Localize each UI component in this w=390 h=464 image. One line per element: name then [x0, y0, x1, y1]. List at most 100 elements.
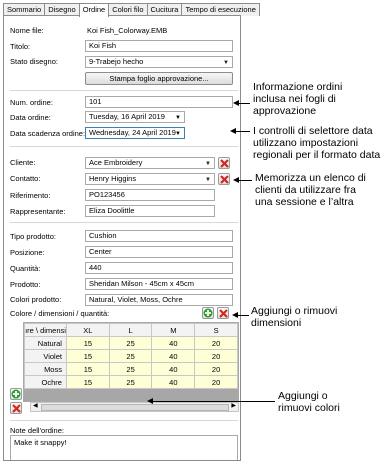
annotation-date-picker: I controlli di selettore data utilizzano… [253, 125, 381, 161]
titolo-label: Titolo: [10, 42, 31, 51]
riferimento-field[interactable]: PO123456 [85, 189, 215, 201]
divider [10, 420, 238, 421]
num-ordine-label: Num. ordine: [10, 98, 53, 107]
add-icon [203, 308, 213, 318]
grid-cell[interactable]: 20 [194, 336, 238, 350]
remove-color-button[interactable] [10, 402, 22, 414]
grid-cell[interactable]: 40 [151, 349, 196, 363]
cliente-label: Cliente: [10, 158, 36, 167]
chevron-down-icon: ▼ [175, 115, 181, 121]
rappresentante-field[interactable]: Eliza Doolittle [85, 205, 215, 217]
data-scadenza-value: Wednesday, 24 April 2019 [89, 128, 176, 137]
num-ordine-field[interactable]: 101 [85, 96, 233, 108]
annotation-client-list: Memorizza un elenco di clienti da utiliz… [255, 172, 366, 208]
grid-cell[interactable]: 15 [65, 375, 110, 389]
divider [10, 90, 238, 91]
grid-corner-header: ıre \ dimensi [24, 323, 67, 337]
grid-horizontal-scrollbar[interactable]: ◀ ▶ [30, 402, 239, 412]
contatto-value: Henry Higgins [89, 174, 137, 183]
nome-file-label: Nome file: [10, 26, 44, 35]
remove-contatto-button[interactable] [218, 173, 230, 185]
scroll-right-icon[interactable]: ▶ [231, 402, 236, 409]
add-icon [11, 389, 21, 399]
stato-disegno-select[interactable]: 9-Trabejo hecho ▼ [85, 56, 233, 68]
chevron-down-icon: ▼ [223, 60, 229, 66]
cliente-value: Ace Embroidery [89, 158, 143, 167]
close-icon [220, 159, 229, 168]
close-icon [219, 309, 228, 318]
grid-cell[interactable]: 40 [151, 362, 196, 376]
color-size-grid: ıre \ dimensi XL L M S Natural 15 25 40 … [23, 322, 239, 402]
grid-cell[interactable]: 15 [65, 336, 110, 350]
scroll-left-icon[interactable]: ◀ [33, 402, 38, 409]
grid-cell[interactable]: 25 [108, 362, 153, 376]
nome-file-value: Koi Fish_Colorway.EMB [87, 26, 168, 35]
annotation-pointer [150, 401, 275, 402]
grid-row-header[interactable]: Ochre [24, 375, 67, 389]
note-textarea[interactable]: Make it snappy! [10, 435, 238, 460]
grid-cell[interactable]: 15 [65, 349, 110, 363]
arrowhead-icon [233, 100, 239, 106]
tab-ordine[interactable]: Ordine [78, 3, 110, 17]
colori-prodotto-label: Colori prodotto: [10, 295, 62, 304]
grid-empty-cell [24, 388, 67, 401]
grid-row-header[interactable]: Natural [24, 336, 67, 350]
tipo-prodotto-field[interactable]: Cushion [85, 230, 233, 242]
annotation-colors: Aggiungi o rimuovi colori [278, 390, 340, 414]
remove-dimension-button[interactable] [217, 307, 229, 319]
stampa-foglio-button[interactable]: Stampa foglio approvazione... [85, 72, 233, 85]
grid-column-header[interactable]: S [194, 323, 238, 337]
cliente-select[interactable]: Ace Embroidery ▼ [85, 157, 215, 169]
posizione-label: Posizione: [10, 248, 45, 257]
titolo-field[interactable]: Koi Fish [85, 40, 233, 52]
grid-empty-cell [65, 388, 110, 401]
add-dimension-button[interactable] [202, 307, 214, 319]
stato-disegno-label: Stato disegno: [10, 57, 58, 66]
grid-column-header[interactable]: XL [65, 323, 110, 337]
prodotto-field[interactable]: Sheridan Milson - 45cm x 45cm [85, 278, 233, 290]
grid-cell[interactable]: 25 [108, 375, 153, 389]
posizione-field[interactable]: Center [85, 246, 233, 258]
grid-row-header[interactable]: Violet [24, 349, 67, 363]
arrowhead-icon [230, 128, 236, 134]
contatto-label: Contatto: [10, 174, 41, 183]
grid-cell[interactable]: 40 [151, 375, 196, 389]
data-scadenza-picker[interactable]: Wednesday, 24 April 2019 ▼ [85, 127, 185, 139]
grid-cell[interactable]: 20 [194, 349, 238, 363]
scrollbar-thumb[interactable] [41, 404, 229, 411]
grid-empty-cell [151, 388, 196, 401]
contatto-select[interactable]: Henry Higgins ▼ [85, 173, 215, 185]
chevron-down-icon: ▼ [175, 131, 181, 137]
riferimento-label: Riferimento: [10, 191, 51, 200]
close-icon [220, 175, 229, 184]
rappresentante-label: Rappresentante: [10, 207, 66, 216]
grid-cell[interactable]: 25 [108, 336, 153, 350]
grid-cell[interactable]: 40 [151, 336, 196, 350]
grid-cell[interactable]: 20 [194, 362, 238, 376]
data-ordine-label: Data ordine: [10, 113, 51, 122]
grid-empty-cell [108, 388, 153, 401]
quantita-field[interactable]: 440 [85, 262, 233, 274]
divider [10, 222, 238, 223]
quantita-label: Quantità: [10, 264, 41, 273]
prodotto-label: Prodotto: [10, 280, 41, 289]
note-label: Note dell'ordine: [10, 426, 64, 435]
arrowhead-icon [147, 398, 153, 404]
remove-cliente-button[interactable] [218, 157, 230, 169]
grid-empty-cell [194, 388, 238, 401]
chevron-down-icon: ▼ [205, 161, 211, 167]
colori-prodotto-field[interactable]: Natural, Violet, Moss, Ochre [85, 294, 233, 306]
grid-label: Colore / dimensioni / quantità: [10, 309, 110, 318]
divider [10, 146, 238, 147]
tipo-prodotto-label: Tipo prodotto: [10, 232, 56, 241]
grid-row-header[interactable]: Moss [24, 362, 67, 376]
data-ordine-value: Tuesday, 16 April 2019 [89, 112, 165, 121]
data-ordine-picker[interactable]: Tuesday, 16 April 2019 ▼ [85, 111, 185, 123]
grid-column-header[interactable]: L [108, 323, 153, 337]
grid-cell[interactable]: 15 [65, 362, 110, 376]
grid-cell[interactable]: 20 [194, 375, 238, 389]
grid-column-header[interactable]: M [151, 323, 196, 337]
arrowhead-icon [232, 312, 238, 318]
add-color-button[interactable] [10, 388, 22, 400]
grid-cell[interactable]: 25 [108, 349, 153, 363]
